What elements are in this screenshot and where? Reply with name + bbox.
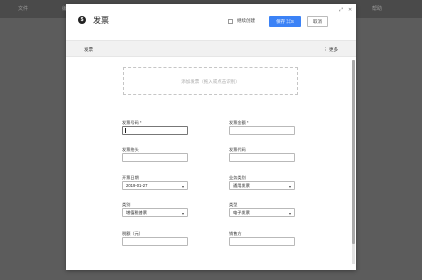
invoice-code-input[interactable] [229,153,295,162]
keep-create-toggle[interactable]: 继续创建 [228,18,255,24]
category-select[interactable]: 增值税普票 ▾ [122,208,188,217]
invoice-dialog: $ 发票 继续创建 保存 ⌘S 取消 ⤢ ✕ 发票 ⋮ 更多 添加发票（拖入或点… [66,4,356,270]
section-bar: 发票 ⋮ 更多 [66,40,356,57]
save-button[interactable]: 保存 ⌘S [269,16,301,27]
invoice-number-input[interactable] [122,126,188,135]
section-title: 发票 [84,47,93,52]
business-category-value: 通用发票 [233,183,250,188]
background-menu-item: 帮助 [372,6,383,12]
more-button[interactable]: ⋮ 更多 [323,47,338,53]
invoice-header-input[interactable] [122,153,188,162]
invoice-icon: $ [78,16,86,24]
type-value: 电子发票 [233,210,250,215]
cancel-button[interactable]: 取消 [307,16,328,27]
invoice-amount-input[interactable] [229,126,295,135]
category-value: 增值税普票 [126,210,147,215]
dialog-title: 发票 [93,16,109,25]
keep-create-checkbox[interactable] [228,18,233,24]
expand-icon[interactable]: ⤢ [339,7,343,13]
business-category-select[interactable]: 通用发票 ▾ [229,181,295,190]
tax-amount-input[interactable] [122,237,188,246]
upload-placeholder: 添加发票（拖入或点击识别） [181,79,240,84]
chevron-down-icon: ▾ [288,184,291,189]
seller-input[interactable] [229,237,295,246]
background-menu-item: 文件 [18,6,29,12]
scrollbar-thumb[interactable] [352,60,355,244]
chevron-down-icon: ▾ [181,184,184,189]
text-caret [125,128,126,133]
issue-date-select[interactable]: 2019-01-27 ▾ [122,181,188,190]
chevron-down-icon: ▾ [288,211,291,216]
invoice-upload-area[interactable]: 添加发票（拖入或点击识别） [123,67,298,95]
chevron-down-icon: ▾ [181,211,184,216]
close-icon[interactable]: ✕ [348,7,352,13]
issue-date-value: 2019-01-27 [126,183,148,188]
keep-create-label: 继续创建 [237,18,255,23]
dialog-header: $ 发票 继续创建 保存 ⌘S 取消 ⤢ ✕ [66,4,356,38]
type-select[interactable]: 电子发票 ▾ [229,208,295,217]
